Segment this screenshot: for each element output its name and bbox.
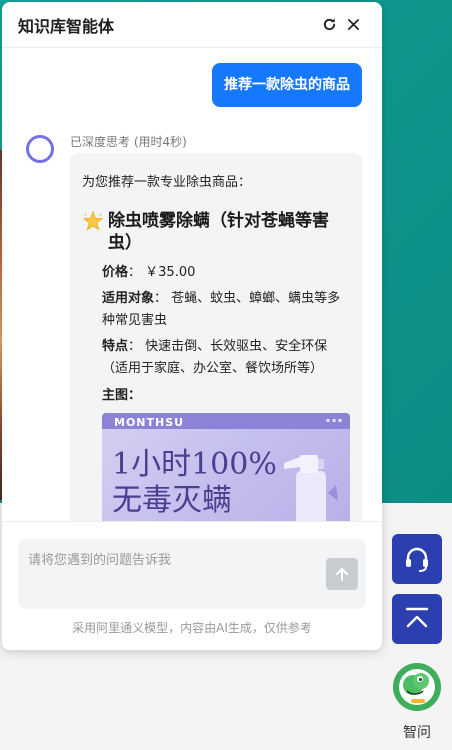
features-row: 特点： 快速击倒、长效驱虫、安全环保（适用于家庭、办公室、餐饮场所等）: [102, 339, 328, 376]
send-button[interactable]: [326, 558, 358, 590]
frog-mascot-icon: [393, 663, 441, 711]
assistant-avatar[interactable]: [393, 663, 441, 711]
panel-header: 知识库智能体: [2, 2, 382, 48]
user-message: 推荐一款除虫的商品: [212, 63, 362, 107]
think-status[interactable]: 已深度思考 (用时4秒): [70, 133, 187, 150]
back-to-top-button[interactable]: [392, 594, 442, 644]
bot-avatar: [26, 135, 54, 163]
panel-title: 知识库智能体: [18, 16, 115, 36]
image-headline-2: 无毒灭螨: [112, 483, 232, 518]
features-value: 快速击倒、长效驱虫、安全环保（适用于家庭、办公室、餐饮场所等）: [102, 339, 328, 376]
customer-service-button[interactable]: [392, 534, 442, 584]
image-brand: MONTHSU: [114, 416, 185, 429]
reply-intro: 为您推荐一款专业除虫商品：: [82, 175, 252, 190]
ai-disclaimer: 采用阿里通义模型，内容由AI生成，仅供参考: [72, 621, 312, 635]
price-row: 价格： ￥35.00: [102, 265, 196, 280]
image-fine-print: ▪ ▪ ▪: [325, 417, 342, 424]
headset-icon: [406, 547, 428, 572]
refresh-icon[interactable]: [318, 13, 340, 35]
input-area: 采用阿里通义模型，内容由AI生成，仅供参考: [2, 521, 382, 650]
image-label: 主图: [102, 388, 129, 403]
close-icon[interactable]: [342, 13, 364, 35]
product-image[interactable]: MONTHSU ▪ ▪ ▪ 1小时100% 无毒灭螨: [102, 413, 350, 521]
back-to-top-icon: [405, 607, 429, 628]
price-value: ￥35.00: [145, 265, 196, 280]
input-box: [18, 539, 366, 609]
bot-message: 为您推荐一款专业除虫商品： 除虫喷雾除螨（针对苍蝇等害虫） 价格： ￥35.00…: [70, 153, 362, 521]
image-row-label: 主图：: [102, 388, 142, 403]
spray-bottle-icon: [284, 455, 338, 521]
features-label: 特点: [102, 339, 129, 354]
product-title: 除虫喷雾除螨（针对苍蝇等害虫）: [108, 211, 329, 253]
chat-panel: 知识库智能体 推荐一款除虫的商品 已深度思考 (用时4秒) 为您推荐一款专业除虫…: [2, 2, 382, 650]
product-title-row: 除虫喷雾除螨（针对苍蝇等害虫）: [82, 210, 350, 254]
message-list[interactable]: 推荐一款除虫的商品 已深度思考 (用时4秒) 为您推荐一款专业除虫商品： 除虫喷…: [2, 49, 382, 521]
arrow-up-icon: [336, 568, 348, 581]
sparkle-star-icon: [82, 211, 104, 231]
question-input[interactable]: [28, 549, 318, 599]
targets-label: 适用对象: [102, 291, 155, 306]
price-label: 价格: [102, 265, 129, 280]
assistant-label: 智问: [403, 725, 431, 741]
targets-row: 适用对象： 苍蝇、蚊虫、蟑螂、螨虫等多种常见害虫: [102, 291, 341, 328]
